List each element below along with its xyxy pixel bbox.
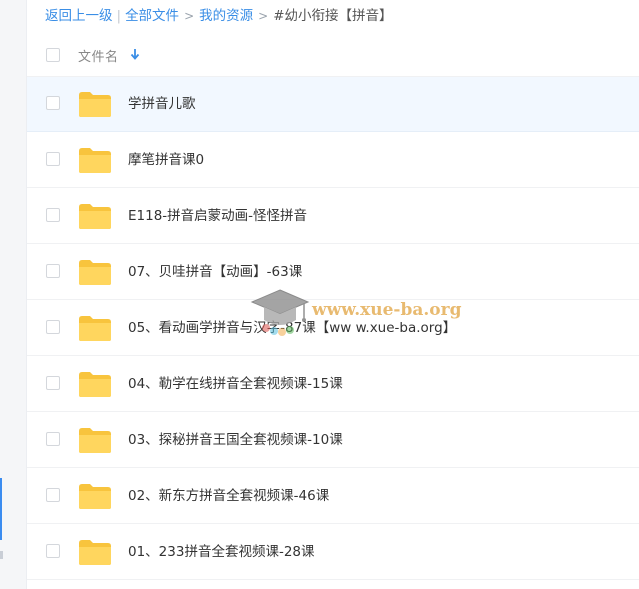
file-name-link[interactable]: 07、贝哇拼音【动画】-63课 bbox=[128, 262, 302, 282]
file-name-link[interactable]: 04、勒学在线拼音全套视频课-15课 bbox=[128, 374, 343, 394]
file-name-link[interactable]: 02、新东方拼音全套视频课-46课 bbox=[128, 486, 329, 506]
file-list-header: 文件名 bbox=[27, 38, 639, 77]
breadcrumb: 返回上一级 | 全部文件 > 我的资源 > #幼小衔接【拼音】 bbox=[45, 6, 393, 26]
select-all-checkbox[interactable] bbox=[46, 48, 60, 62]
folder-icon bbox=[78, 427, 112, 454]
file-name-link[interactable]: 01、233拼音全套视频课-28课 bbox=[128, 542, 315, 562]
file-row[interactable]: E118-拼音启蒙动画-怪怪拼音 bbox=[27, 189, 639, 244]
folder-icon bbox=[78, 91, 112, 118]
sidebar-scroll-marker bbox=[0, 551, 3, 559]
left-sidebar-edge bbox=[0, 0, 27, 589]
row-checkbox[interactable] bbox=[46, 96, 60, 110]
sidebar-active-indicator bbox=[0, 478, 2, 540]
row-checkbox[interactable] bbox=[46, 488, 60, 502]
file-row[interactable]: 02、新东方拼音全套视频课-46课 bbox=[27, 469, 639, 524]
row-checkbox[interactable] bbox=[46, 264, 60, 278]
row-checkbox[interactable] bbox=[46, 376, 60, 390]
breadcrumb-divider: | bbox=[116, 8, 122, 24]
folder-icon bbox=[78, 203, 112, 230]
folder-icon bbox=[78, 371, 112, 398]
file-name-link[interactable]: 03、探秘拼音王国全套视频课-10课 bbox=[128, 430, 343, 450]
file-name-link[interactable]: 摩笔拼音课0 bbox=[128, 150, 204, 170]
breadcrumb-my-resources-link[interactable]: 我的资源 bbox=[199, 8, 253, 24]
file-name-link[interactable]: 学拼音儿歌 bbox=[128, 94, 196, 114]
row-checkbox[interactable] bbox=[46, 432, 60, 446]
folder-icon bbox=[78, 539, 112, 566]
file-row[interactable]: 学拼音儿歌 bbox=[27, 77, 639, 132]
column-header-filename[interactable]: 文件名 bbox=[78, 46, 119, 65]
file-row[interactable]: 摩笔拼音课0 bbox=[27, 133, 639, 188]
file-row[interactable]: 05、看动画学拼音与汉字-87课【ww w.xue-ba.org】 bbox=[27, 301, 639, 356]
folder-icon bbox=[78, 259, 112, 286]
folder-icon bbox=[78, 483, 112, 510]
breadcrumb-chevron-icon: > bbox=[258, 9, 269, 23]
row-checkbox[interactable] bbox=[46, 208, 60, 222]
breadcrumb-back-link[interactable]: 返回上一级 bbox=[45, 8, 113, 24]
file-row[interactable]: 03、探秘拼音王国全套视频课-10课 bbox=[27, 413, 639, 468]
breadcrumb-all-files-link[interactable]: 全部文件 bbox=[125, 8, 179, 24]
file-name-link[interactable]: E118-拼音启蒙动画-怪怪拼音 bbox=[128, 206, 307, 226]
folder-icon bbox=[78, 147, 112, 174]
file-row[interactable]: 07、贝哇拼音【动画】-63课 bbox=[27, 245, 639, 300]
file-row[interactable]: 04、勒学在线拼音全套视频课-15课 bbox=[27, 357, 639, 412]
sort-down-arrow-icon[interactable] bbox=[129, 46, 141, 62]
row-checkbox[interactable] bbox=[46, 544, 60, 558]
file-name-link[interactable]: 05、看动画学拼音与汉字-87课【ww w.xue-ba.org】 bbox=[128, 318, 456, 338]
breadcrumb-current-folder: #幼小衔接【拼音】 bbox=[273, 8, 393, 24]
folder-icon bbox=[78, 315, 112, 342]
file-row[interactable]: 01、233拼音全套视频课-28课 bbox=[27, 525, 639, 580]
row-checkbox[interactable] bbox=[46, 320, 60, 334]
breadcrumb-chevron-icon: > bbox=[184, 9, 195, 23]
row-checkbox[interactable] bbox=[46, 152, 60, 166]
